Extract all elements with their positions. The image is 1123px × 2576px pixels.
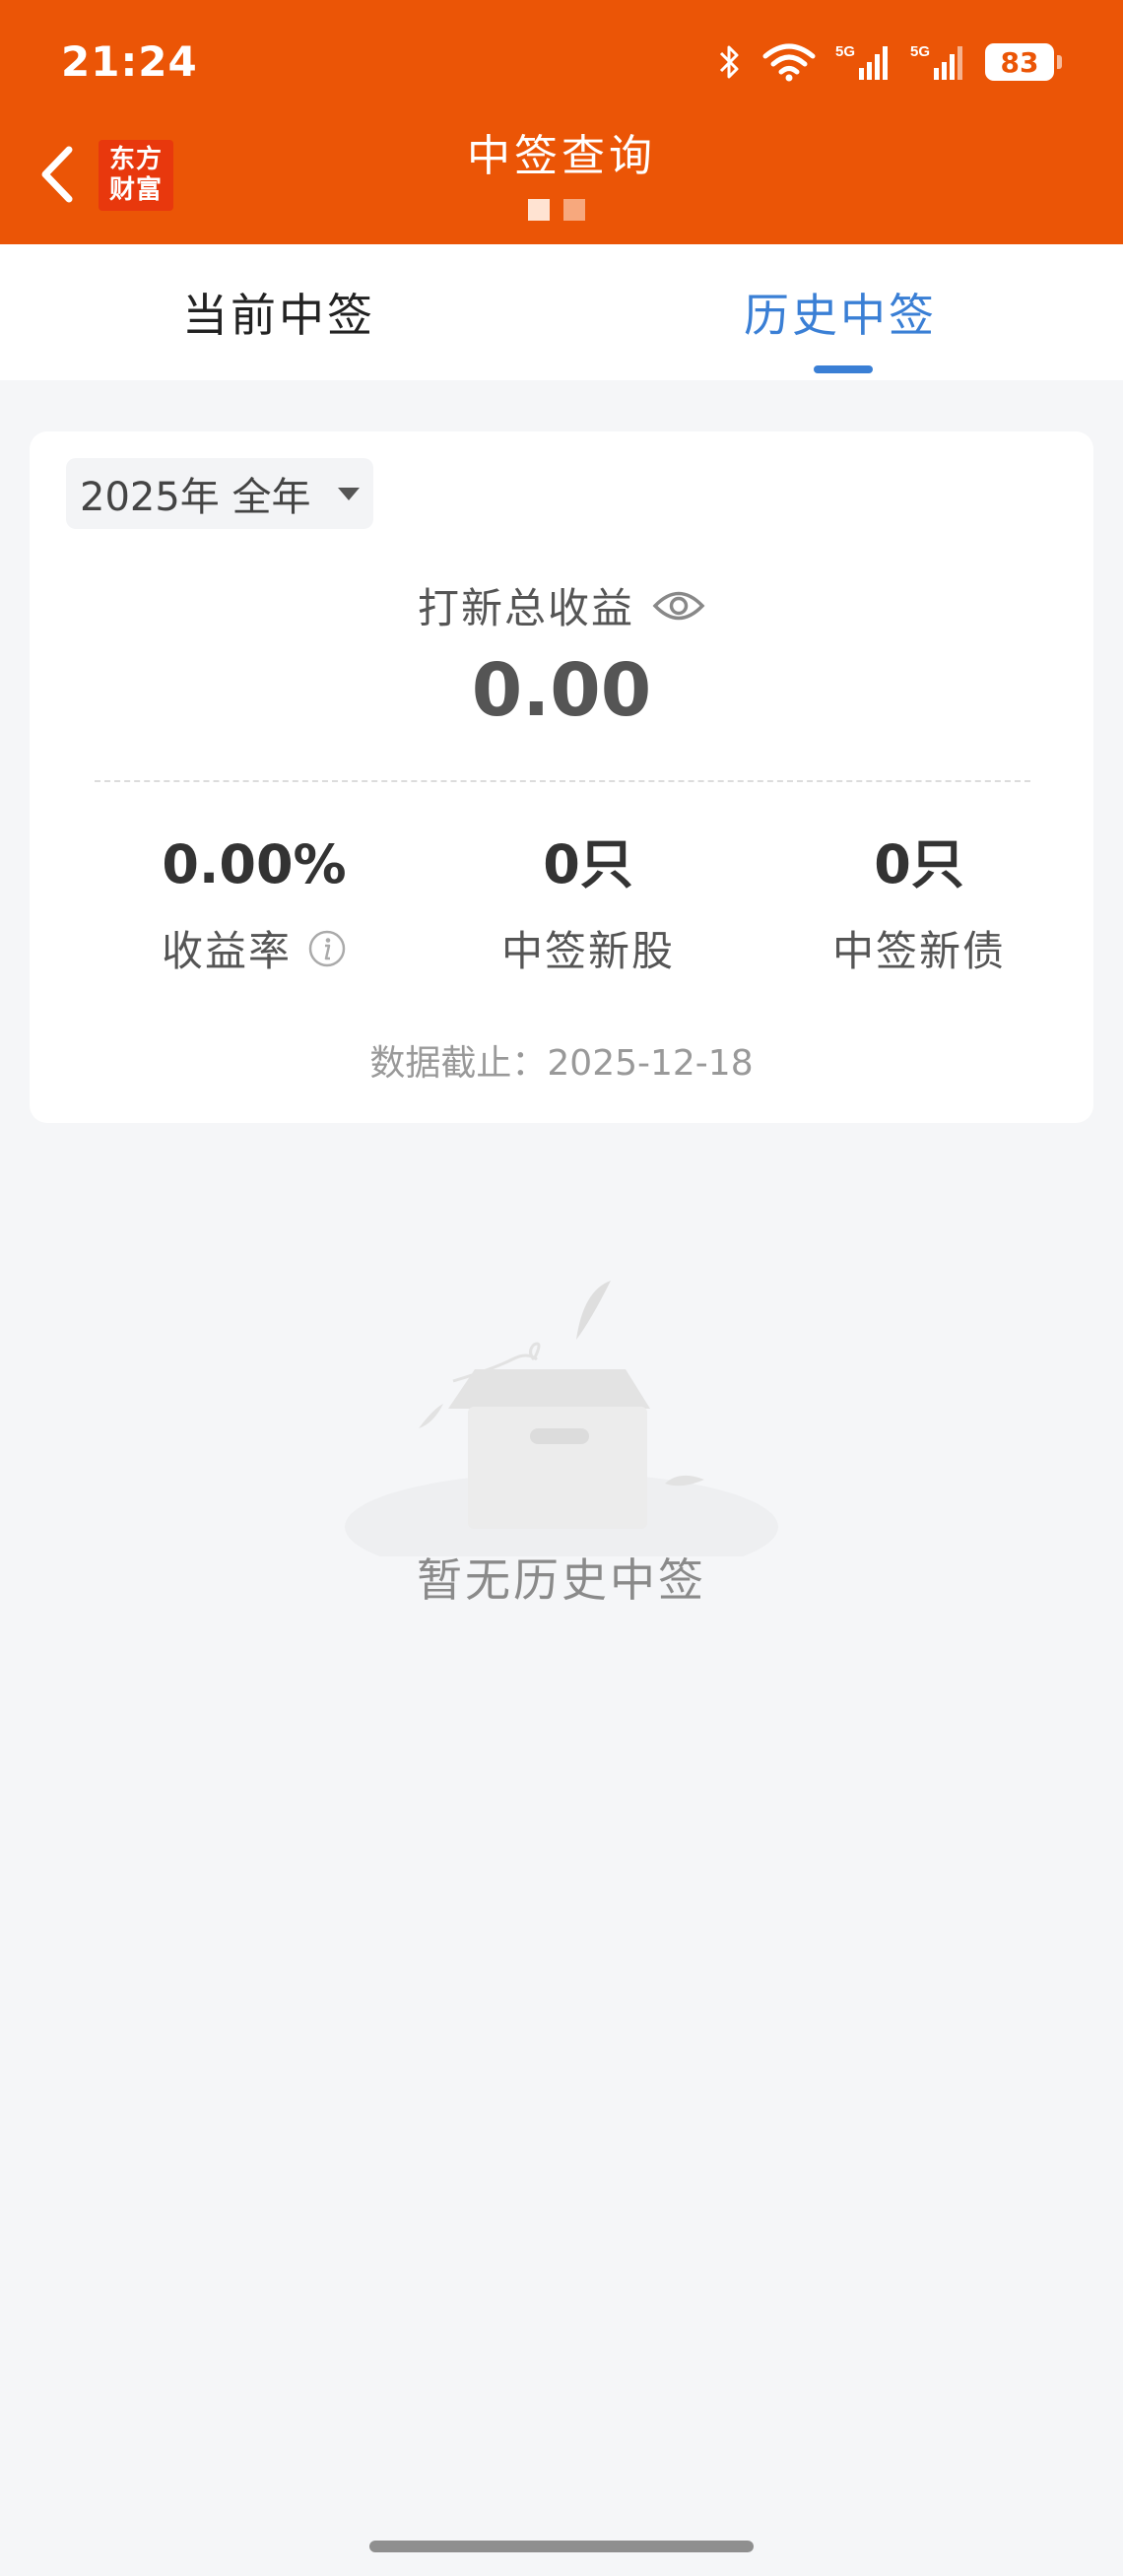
- summary-card: 2025年 全年 打新总收益 0.00 0.00% 收益率 0只 中签新股 0只…: [30, 431, 1093, 1123]
- new-bonds-label: 中签新债: [831, 927, 1006, 975]
- total-profit-label: 打新总收益: [417, 584, 634, 632]
- new-stocks-value: 0只: [543, 833, 633, 895]
- new-stocks-label: 中签新股: [500, 927, 675, 975]
- status-icons: 5G 5G 83: [717, 39, 1062, 85]
- eye-icon[interactable]: [652, 589, 705, 623]
- signal-icon: 5G: [835, 43, 888, 80]
- signal-icon: 5G: [910, 43, 962, 80]
- app-header: 21:24 5G 5G 83 东方 财富 中签查询: [0, 0, 1123, 244]
- tab-current-winning[interactable]: 当前中签: [89, 244, 469, 380]
- wifi-icon: [762, 43, 816, 82]
- empty-box-icon: [345, 1281, 778, 1556]
- battery-indicator: 83: [985, 43, 1062, 81]
- empty-state-text: 暂无历史中签: [417, 1553, 706, 1607]
- year-filter-value: 2025年 全年: [80, 475, 311, 520]
- page-indicator: [528, 199, 585, 221]
- status-bar: 21:24 5G 5G 83: [0, 0, 1123, 128]
- page-title: 中签查询: [467, 131, 656, 181]
- stat-new-stocks: 0只 中签新股: [421, 826, 756, 978]
- year-filter-dropdown[interactable]: 2025年 全年: [66, 458, 373, 529]
- active-tab-underline: [814, 365, 873, 373]
- return-rate-label-row: 收益率: [87, 918, 422, 978]
- page-dot: [528, 199, 550, 221]
- svg-text:5G: 5G: [910, 43, 930, 60]
- info-icon[interactable]: [307, 929, 347, 968]
- bluetooth-icon: [719, 45, 739, 79]
- svg-text:5G: 5G: [835, 43, 855, 60]
- caret-down-icon: [338, 488, 360, 500]
- dashed-divider: [95, 780, 1030, 782]
- status-time: 21:24: [61, 37, 198, 86]
- data-cutoff-date: 数据截止：2025-12-18: [369, 1043, 754, 1084]
- stat-new-bonds: 0只 中签新债: [752, 826, 1087, 978]
- tab-bar: 当前中签 历史中签: [0, 244, 1123, 380]
- page: 21:24 5G 5G 83 东方 财富 中签查询 当前中签 历史中签 2025…: [0, 0, 1123, 2576]
- tab-history-winning[interactable]: 历史中签: [650, 244, 1030, 380]
- page-dot: [563, 199, 585, 221]
- return-rate-value: 0.00%: [162, 833, 347, 895]
- stat-return-rate: 0.00% 收益率: [87, 826, 422, 978]
- total-profit-value: 0.00: [471, 648, 652, 733]
- home-indicator[interactable]: [369, 2541, 754, 2552]
- return-rate-label: 收益率: [161, 927, 292, 975]
- total-profit-label-row: 打新总收益: [30, 575, 1093, 635]
- new-bonds-value: 0只: [874, 833, 964, 895]
